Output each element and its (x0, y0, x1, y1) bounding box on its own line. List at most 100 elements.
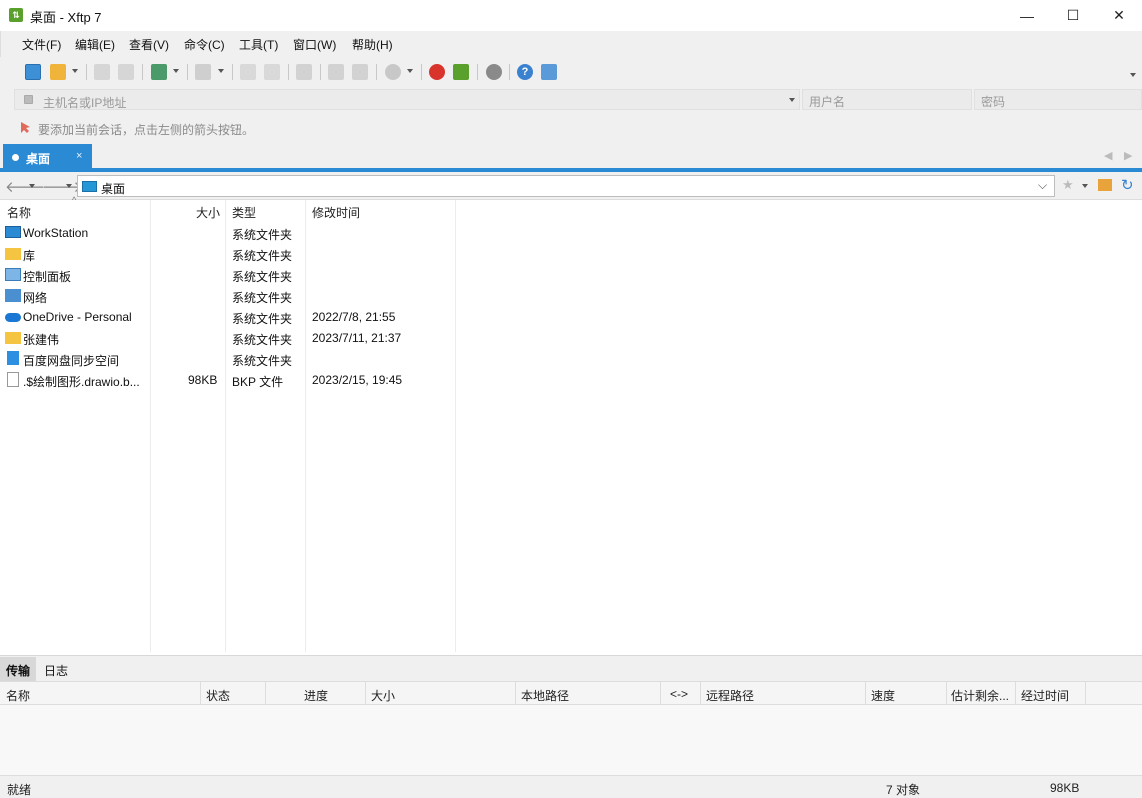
transfer-dropdown-icon[interactable] (218, 69, 224, 73)
file-row-network[interactable]: 网络 系统文件夹 (0, 286, 460, 307)
path-input[interactable]: 桌面 ⌵ (77, 175, 1055, 197)
file-row-drawio-backup[interactable]: .$绘制图形.drawio.b... 98KB BKP 文件 2023/2/15… (0, 370, 460, 391)
back-dropdown-icon[interactable] (29, 184, 35, 188)
status-globe-icon[interactable] (385, 64, 401, 80)
tab-desktop[interactable]: 桌面 × (3, 144, 92, 170)
file-row-user-folder[interactable]: 张建伟 系统文件夹 2023/7/11, 21:37 (0, 328, 460, 349)
transfer-col-elapsed[interactable]: 经过时间 (1021, 687, 1069, 704)
file-row-library[interactable]: 库 系统文件夹 (0, 244, 460, 265)
menu-view[interactable]: 查看(V) (129, 36, 169, 53)
open-folder-icon[interactable] (50, 64, 66, 80)
file-name: WorkStation (23, 226, 89, 240)
menu-tools[interactable]: 工具(T) (239, 36, 278, 53)
toolbar-overflow-icon[interactable] (1130, 73, 1136, 77)
column-header-type[interactable]: 类型 (232, 204, 256, 221)
transfer-col-status[interactable]: 状态 (206, 687, 230, 704)
menu-window[interactable]: 窗口(W) (293, 36, 336, 53)
xftp-icon[interactable] (453, 64, 469, 80)
path-bar: 🡐 🡒 桌面 ⌵ ★ ↻ (0, 172, 1142, 200)
refresh-icon[interactable]: ↻ (1121, 176, 1134, 194)
toolbar-separator (376, 64, 377, 80)
tab-scroll-right-icon[interactable]: ▶ (1124, 149, 1132, 162)
toolbar-separator (142, 64, 143, 80)
sort-ascending-icon: ^ (72, 195, 77, 205)
tab-log[interactable]: 日志 (44, 662, 68, 679)
file-type: 系统文件夹 (232, 312, 293, 326)
transfer-col-eta[interactable]: 估计剩余... (951, 687, 1009, 704)
help-icon[interactable]: ? (517, 64, 533, 80)
toolbar-separator (320, 64, 321, 80)
favorite-dropdown-icon[interactable] (1082, 184, 1088, 188)
tab-label: 桌面 (26, 152, 51, 166)
address-bar: 主机名或IP地址 用户名 密码 (0, 87, 1142, 111)
menu-file[interactable]: 文件(F) (22, 36, 61, 53)
toolbar: ? (0, 57, 1142, 87)
file-row-control-panel[interactable]: 控制面板 系统文件夹 (0, 265, 460, 286)
username-input[interactable]: 用户名 (802, 89, 972, 110)
path-value: 桌面 (101, 182, 126, 196)
back-arrow-icon[interactable]: 🡐 (5, 177, 45, 196)
chat-icon[interactable] (541, 64, 557, 80)
new-tab-dropdown-icon[interactable] (173, 69, 179, 73)
transfer-tab-bar: 传输 日志 (0, 655, 1142, 682)
file-row-baidu-sync[interactable]: 百度网盘同步空间 系统文件夹 (0, 349, 460, 370)
transfer-icon[interactable] (195, 64, 211, 80)
file-row-onedrive[interactable]: OneDrive - Personal 系统文件夹 2022/7/8, 21:5… (0, 307, 460, 328)
column-divider (515, 682, 516, 705)
host-dropdown-icon[interactable] (789, 98, 795, 102)
file-modified: 2022/7/8, 21:55 (312, 310, 396, 324)
globe-dropdown-icon[interactable] (407, 69, 413, 73)
column-divider (365, 682, 366, 705)
status-total-size: 98KB (1050, 781, 1080, 795)
tab-scroll-left-icon[interactable]: ◀ (1104, 149, 1112, 162)
favorite-star-icon[interactable]: ★ (1062, 177, 1074, 193)
file-row-workstation[interactable]: WorkStation 系统文件夹 (0, 223, 460, 244)
transfer-col-remote-path[interactable]: 远程路径 (706, 687, 754, 704)
disconnect-icon[interactable] (118, 64, 134, 80)
column-header-name[interactable]: 名称 (7, 204, 31, 221)
transfer-col-direction[interactable]: <-> (670, 687, 688, 701)
toolbar-separator (232, 64, 233, 80)
column-header-size[interactable]: 大小 (196, 204, 220, 221)
column-header-modified[interactable]: 修改时间 (312, 204, 360, 221)
transfer-col-size[interactable]: 大小 (371, 687, 395, 704)
tab-close-icon[interactable]: × (76, 150, 82, 162)
tab-status-dot-icon (12, 154, 19, 161)
minimize-button[interactable]: — (1004, 0, 1050, 31)
transfer-col-name[interactable]: 名称 (6, 687, 30, 704)
copy-icon[interactable] (328, 64, 344, 80)
paste-icon[interactable] (352, 64, 368, 80)
file-name: 百度网盘同步空间 (23, 354, 120, 368)
file-type: 系统文件夹 (232, 228, 293, 242)
forward-dropdown-icon[interactable] (66, 184, 72, 188)
transfer-col-local-path[interactable]: 本地路径 (521, 687, 569, 704)
new-tab-icon[interactable] (151, 64, 167, 80)
home-icon[interactable] (1098, 179, 1112, 191)
settings-gear-icon[interactable] (486, 64, 502, 80)
path-dropdown-icon[interactable]: ⌵ (1038, 178, 1047, 193)
new-session-icon[interactable] (25, 64, 41, 80)
menu-help[interactable]: 帮助(H) (352, 36, 393, 53)
menu-edit[interactable]: 编辑(E) (75, 36, 115, 53)
menu-command[interactable]: 命令(C) (184, 36, 225, 53)
file-type: 系统文件夹 (232, 270, 293, 284)
maximize-button[interactable]: ☐ (1050, 0, 1096, 31)
add-session-arrow-icon[interactable] (20, 121, 32, 134)
xshell-icon[interactable] (429, 64, 445, 80)
download-icon[interactable] (264, 64, 280, 80)
computer-icon (5, 226, 21, 238)
close-button[interactable]: ✕ (1096, 0, 1142, 31)
column-divider (265, 682, 266, 705)
upload-icon[interactable] (240, 64, 256, 80)
connect-icon[interactable] (94, 64, 110, 80)
sync-icon[interactable] (296, 64, 312, 80)
transfer-list (0, 705, 1142, 775)
password-input[interactable]: 密码 (974, 89, 1142, 110)
file-type: 系统文件夹 (232, 333, 293, 347)
host-input[interactable]: 主机名或IP地址 (14, 89, 800, 110)
column-divider (1015, 682, 1016, 705)
transfer-col-speed[interactable]: 速度 (871, 687, 895, 704)
transfer-col-progress[interactable]: 进度 (304, 687, 328, 704)
open-dropdown-icon[interactable] (72, 69, 78, 73)
tab-transfer[interactable]: 传输 (0, 657, 36, 682)
